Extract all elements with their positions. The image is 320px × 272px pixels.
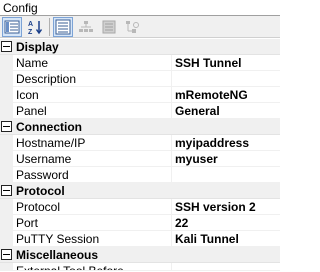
svg-text:Z: Z (28, 29, 33, 35)
collapse-icon[interactable] (1, 41, 12, 52)
property-value[interactable]: myipaddress (172, 135, 280, 150)
property-row[interactable]: Name SSH Tunnel (0, 55, 280, 71)
property-name: External Tool Before (13, 263, 172, 270)
category-connection[interactable]: Connection (0, 119, 280, 135)
property-name: Protocol (13, 199, 172, 214)
property-row[interactable]: Panel General (0, 103, 280, 119)
property-name: Panel (13, 103, 172, 118)
alphabetical-sort-button[interactable]: A Z (25, 17, 45, 37)
collapse-icon[interactable] (1, 249, 12, 260)
collapse-icon[interactable] (1, 185, 12, 196)
property-grid: Display Name SSH Tunnel Description Icon… (0, 39, 280, 272)
property-name: Name (13, 55, 172, 70)
category-protocol[interactable]: Protocol (0, 183, 280, 199)
property-name: Password (13, 167, 172, 182)
property-row[interactable]: Protocol SSH version 2 (0, 199, 280, 215)
property-name: Description (13, 71, 172, 86)
default-properties-icon (102, 20, 116, 33)
property-row[interactable]: Port 22 (0, 215, 280, 231)
category-display[interactable]: Display (0, 39, 280, 55)
window-title: Config (0, 0, 280, 16)
property-row[interactable]: Username myuser (0, 151, 280, 167)
property-name: Port (13, 215, 172, 230)
sort-az-icon: A Z (28, 20, 43, 35)
default-inheritance-icon (126, 20, 139, 33)
category-label: Display (16, 39, 59, 54)
property-value[interactable]: 22 (172, 215, 280, 230)
property-value[interactable]: Kali Tunnel (172, 231, 280, 246)
property-row[interactable]: Description (0, 71, 280, 87)
property-name: Username (13, 151, 172, 166)
toolbar: A Z (0, 16, 280, 38)
category-label: Connection (16, 119, 82, 134)
properties-icon (55, 19, 71, 34)
property-value[interactable]: General (172, 103, 280, 118)
categorized-icon (4, 20, 20, 33)
property-value[interactable] (172, 71, 280, 86)
inheritance-icon (79, 20, 93, 32)
default-inheritance-button[interactable] (122, 17, 142, 37)
property-value[interactable] (172, 167, 280, 182)
property-name: PuTTY Session (13, 231, 172, 246)
category-miscellaneous[interactable]: Miscellaneous (0, 247, 280, 263)
property-value[interactable] (172, 263, 280, 270)
toolbar-separator (49, 17, 50, 36)
property-value[interactable]: myuser (172, 151, 280, 166)
category-label: Protocol (16, 183, 65, 198)
properties-button[interactable] (53, 16, 73, 37)
property-value[interactable]: SSH version 2 (172, 199, 280, 214)
property-row[interactable]: PuTTY Session Kali Tunnel (0, 231, 280, 247)
property-row[interactable]: External Tool Before (0, 263, 280, 271)
collapse-icon[interactable] (1, 121, 12, 132)
property-name: Icon (13, 87, 172, 102)
inheritance-button[interactable] (76, 17, 96, 37)
property-value[interactable]: SSH Tunnel (172, 55, 280, 70)
categorized-view-button[interactable] (2, 16, 22, 37)
property-value[interactable]: mRemoteNG (172, 87, 280, 102)
svg-text:A: A (28, 21, 33, 28)
property-row[interactable]: Hostname/IP myipaddress (0, 135, 280, 151)
property-row[interactable]: Icon mRemoteNG (0, 87, 280, 103)
property-name: Hostname/IP (13, 135, 172, 150)
default-properties-button[interactable] (99, 17, 119, 37)
property-row[interactable]: Password (0, 167, 280, 183)
category-label: Miscellaneous (16, 247, 99, 262)
